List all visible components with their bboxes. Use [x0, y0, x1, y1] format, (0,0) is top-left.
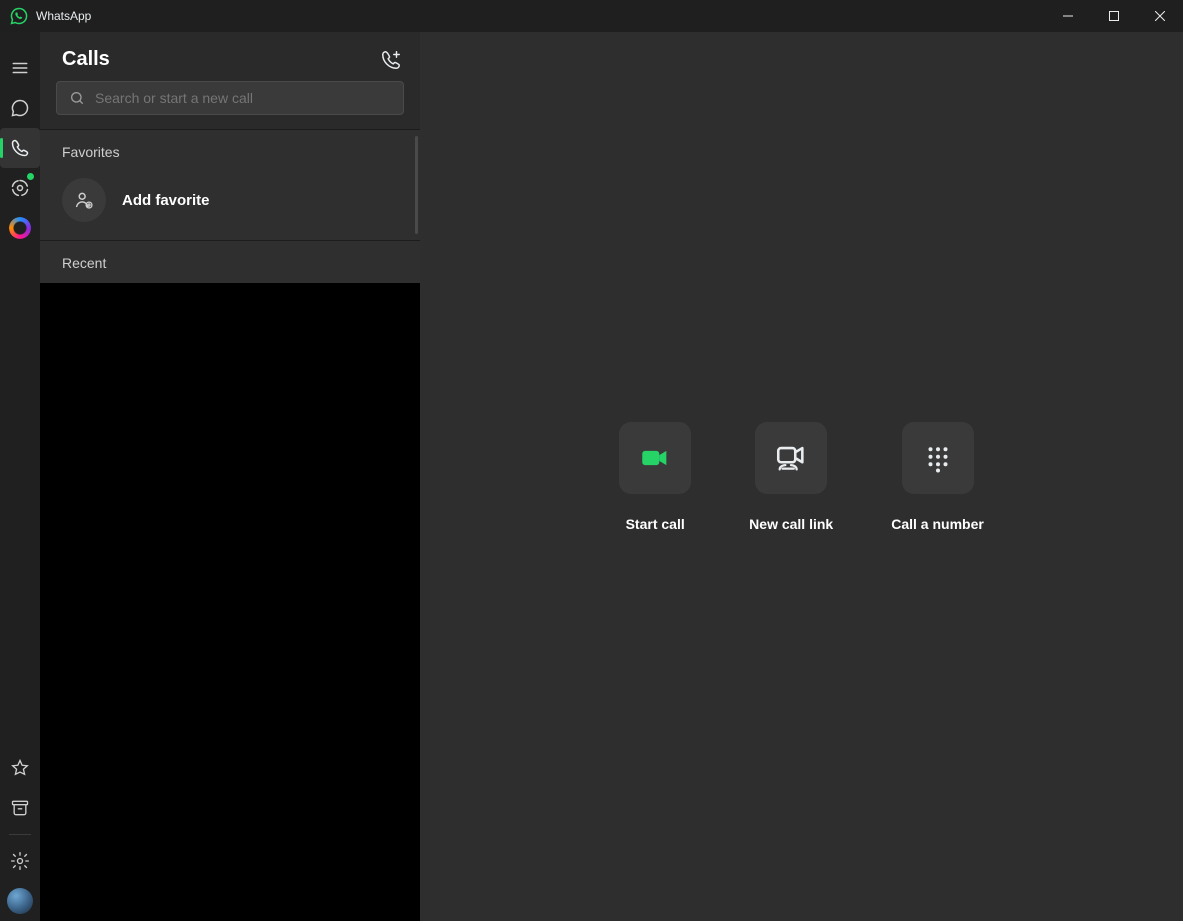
titlebar: WhatsApp — [0, 0, 1183, 32]
nav-rail — [0, 32, 40, 921]
start-call-button[interactable]: Start call — [619, 422, 691, 532]
nav-chats-button[interactable] — [0, 88, 40, 128]
new-call-link-button[interactable]: New call link — [749, 422, 833, 532]
call-a-number-button[interactable]: Call a number — [891, 422, 984, 532]
nav-settings-button[interactable] — [0, 841, 40, 881]
scrollbar[interactable] — [415, 136, 418, 234]
meta-ai-icon — [9, 217, 31, 239]
add-favorite-button[interactable]: Add favorite — [40, 172, 420, 240]
video-camera-icon — [638, 441, 672, 475]
phone-plus-icon — [380, 49, 402, 71]
add-favorite-icon-wrap — [62, 178, 106, 222]
window-maximize-button[interactable] — [1091, 0, 1137, 32]
status-indicator-dot — [27, 173, 34, 180]
new-call-link-label: New call link — [749, 516, 833, 532]
nav-calls-button[interactable] — [0, 128, 40, 168]
window-minimize-button[interactable] — [1045, 0, 1091, 32]
panel-header: Calls — [40, 32, 420, 81]
detail-pane: Start call New call link — [420, 32, 1183, 921]
hamburger-icon — [11, 59, 29, 77]
archive-icon — [10, 798, 30, 818]
calls-panel: Calls Favorites — [40, 32, 420, 921]
window-title: WhatsApp — [36, 9, 91, 23]
call-actions: Start call New call link — [619, 422, 984, 532]
app-body: Calls Favorites — [0, 32, 1183, 921]
nav-starred-button[interactable] — [0, 748, 40, 788]
favorites-section: Favorites Add favorite — [40, 129, 420, 240]
recent-list — [40, 283, 420, 921]
new-call-button[interactable] — [380, 49, 402, 71]
start-call-label: Start call — [626, 516, 685, 532]
nav-status-button[interactable] — [0, 168, 40, 208]
recent-section: Recent — [40, 240, 420, 283]
nav-menu-button[interactable] — [0, 48, 40, 88]
video-link-icon — [774, 441, 808, 475]
status-icon — [10, 178, 30, 198]
recent-title: Recent — [40, 241, 420, 283]
gear-icon — [10, 851, 30, 871]
nav-profile-button[interactable] — [0, 881, 40, 921]
window-controls — [1045, 0, 1183, 32]
phone-icon — [10, 138, 30, 158]
dialpad-icon — [923, 443, 953, 473]
profile-avatar — [7, 888, 33, 914]
nav-meta-ai-button[interactable] — [0, 208, 40, 248]
window-close-button[interactable] — [1137, 0, 1183, 32]
nav-archive-button[interactable] — [0, 788, 40, 828]
call-a-number-label: Call a number — [891, 516, 984, 532]
add-favorite-label: Add favorite — [122, 192, 210, 209]
person-plus-icon — [73, 189, 95, 211]
rail-divider — [9, 834, 31, 835]
search-input[interactable] — [95, 90, 391, 106]
whatsapp-logo-icon — [10, 7, 28, 25]
panel-title: Calls — [62, 48, 110, 71]
titlebar-left: WhatsApp — [10, 7, 91, 25]
favorites-title: Favorites — [40, 130, 420, 172]
chat-icon — [10, 98, 30, 118]
search-icon — [69, 90, 85, 106]
star-icon — [10, 758, 30, 778]
search-field[interactable] — [56, 81, 404, 115]
